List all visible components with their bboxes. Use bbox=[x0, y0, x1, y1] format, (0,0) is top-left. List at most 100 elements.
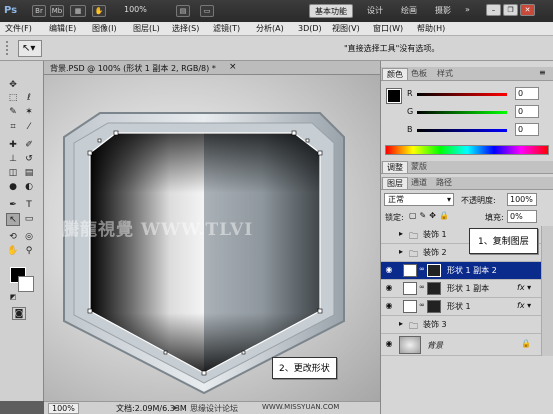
tab-masks[interactable]: 蒙版 bbox=[407, 161, 431, 173]
arrange-documents-icon[interactable]: ▤ bbox=[176, 5, 190, 17]
close-button[interactable]: ✕ bbox=[520, 4, 535, 16]
menu-file[interactable]: 文件(F) bbox=[5, 23, 32, 35]
tab-color[interactable]: 颜色 bbox=[382, 68, 408, 80]
close-document-icon[interactable]: × bbox=[229, 62, 237, 72]
workspace-more-icon[interactable]: » bbox=[465, 5, 470, 14]
expand-arrow-icon[interactable]: ▸ bbox=[399, 229, 403, 238]
expand-arrow-icon[interactable]: ▸ bbox=[399, 319, 403, 328]
opacity-input[interactable]: 100% bbox=[507, 193, 537, 206]
channel-r-slider[interactable] bbox=[417, 93, 507, 96]
direct-selection-tool-icon[interactable]: ↖ bbox=[6, 213, 20, 226]
workspace-essentials[interactable]: 基本功能 bbox=[309, 4, 353, 18]
tab-swatches[interactable]: 色板 bbox=[407, 68, 431, 80]
eyedropper-tool-icon[interactable]: ⁄ bbox=[22, 121, 36, 134]
layer-row-selected[interactable]: ◉ ∞ 形状 1 副本 2 bbox=[381, 262, 541, 280]
channel-g-label: G bbox=[407, 107, 414, 116]
footer-url: WWW.MISSYUAN.COM bbox=[262, 403, 340, 411]
layer-row-background[interactable]: ◉ 背景 🔒 bbox=[381, 334, 541, 356]
channel-r-value[interactable]: 0 bbox=[515, 87, 539, 100]
workspace-design[interactable]: 设计 bbox=[362, 4, 388, 18]
menu-layer[interactable]: 图层(L) bbox=[133, 23, 160, 35]
menu-window[interactable]: 窗口(W) bbox=[373, 23, 403, 35]
brush-tool-icon[interactable]: ✐ bbox=[22, 139, 36, 152]
default-colors-icon[interactable]: ◩ bbox=[6, 291, 20, 304]
eye-icon[interactable]: ◉ bbox=[384, 283, 394, 293]
marquee-tool-icon[interactable]: ⬚ bbox=[6, 92, 20, 105]
tool-preset-picker[interactable]: ↖▾ bbox=[18, 40, 42, 57]
history-brush-icon[interactable]: ↺ bbox=[22, 153, 36, 166]
clone-stamp-icon[interactable]: ⊥ bbox=[6, 153, 20, 166]
menu-select[interactable]: 选择(S) bbox=[172, 23, 199, 35]
screen-mode-icon[interactable]: ▭ bbox=[200, 5, 214, 17]
minibridge-icon[interactable]: Mb bbox=[50, 5, 64, 17]
fill-input[interactable]: 0% bbox=[507, 210, 537, 223]
workspace-photography[interactable]: 摄影 bbox=[430, 4, 456, 18]
zoom-tool-icon[interactable]: ⚲ bbox=[22, 245, 36, 258]
eye-icon[interactable]: ◉ bbox=[384, 265, 394, 275]
channel-b-value[interactable]: 0 bbox=[515, 123, 539, 136]
channel-b-slider[interactable] bbox=[417, 129, 507, 132]
hand-zoom-icon[interactable]: ✋ bbox=[92, 5, 106, 17]
menu-filter[interactable]: 滤镜(T) bbox=[213, 23, 240, 35]
channel-g-value[interactable]: 0 bbox=[515, 105, 539, 118]
gradient-tool-icon[interactable]: ▤ bbox=[22, 167, 36, 180]
quick-select-tool-icon[interactable]: ✎ bbox=[6, 106, 20, 119]
magic-wand-icon[interactable]: ✶ bbox=[22, 106, 36, 119]
eye-icon[interactable]: ◉ bbox=[384, 301, 394, 311]
layer-row-group[interactable]: ▸ 🗀 装饰 3 bbox=[381, 316, 541, 334]
blend-mode-select[interactable]: 正常 ▾ bbox=[384, 193, 454, 206]
pen-tool-icon[interactable]: ✒ bbox=[6, 199, 20, 212]
tab-layers[interactable]: 图层 bbox=[382, 177, 408, 189]
layer-row[interactable]: ◉ ∞ 形状 1 副本 fx ▾ bbox=[381, 280, 541, 298]
quick-mask-icon[interactable]: ◙ bbox=[12, 307, 26, 320]
shape-tool-icon[interactable]: ▭ bbox=[22, 213, 36, 226]
eye-icon[interactable]: ◉ bbox=[384, 339, 394, 349]
status-arrow-icon[interactable]: ▸ bbox=[174, 403, 178, 412]
channel-g-slider[interactable] bbox=[417, 111, 507, 114]
fx-icon[interactable]: fx ▾ bbox=[517, 301, 531, 310]
menu-analysis[interactable]: 分析(A) bbox=[256, 23, 284, 35]
link-icon: ∞ bbox=[419, 301, 425, 309]
zoom-level[interactable]: 100% bbox=[124, 5, 147, 14]
dodge-tool-icon[interactable]: ◐ bbox=[22, 181, 36, 194]
layers-scrollbar[interactable] bbox=[541, 226, 553, 356]
status-zoom[interactable]: 100% bbox=[48, 403, 79, 414]
blur-tool-icon[interactable]: ● bbox=[6, 181, 20, 194]
hand-tool-icon[interactable]: ✋ bbox=[6, 245, 20, 258]
view-extras-icon[interactable]: ▦ bbox=[70, 5, 86, 17]
layer-row[interactable]: ◉ ∞ 形状 1 fx ▾ bbox=[381, 298, 541, 316]
restore-button[interactable]: ❐ bbox=[503, 4, 518, 16]
move-tool-icon[interactable]: ✥ bbox=[6, 79, 20, 92]
tab-styles[interactable]: 样式 bbox=[433, 68, 457, 80]
workspace-painting[interactable]: 绘画 bbox=[396, 4, 422, 18]
tab-adjustments[interactable]: 调整 bbox=[382, 161, 408, 173]
background-color-swatch[interactable] bbox=[18, 276, 34, 292]
expand-arrow-icon[interactable]: ▸ bbox=[399, 247, 403, 256]
3d-orbit-tool-icon[interactable]: ◎ bbox=[22, 231, 36, 244]
color-spectrum-bar[interactable] bbox=[385, 145, 549, 155]
3d-rotate-tool-icon[interactable]: ⟲ bbox=[6, 231, 20, 244]
tab-channels[interactable]: 通道 bbox=[407, 177, 431, 189]
layer-thumbnail bbox=[403, 300, 417, 313]
eraser-tool-icon[interactable]: ◫ bbox=[6, 167, 20, 180]
tab-paths[interactable]: 路径 bbox=[432, 177, 456, 189]
panel-menu-icon[interactable]: ≡ bbox=[539, 68, 546, 77]
menu-edit[interactable]: 编辑(E) bbox=[49, 23, 76, 35]
color-fg-swatch[interactable] bbox=[386, 88, 402, 104]
menu-image[interactable]: 图像(I) bbox=[92, 23, 117, 35]
menu-view[interactable]: 视图(V) bbox=[332, 23, 360, 35]
canvas[interactable]: 騰龍視覺 WWW.TLVI 2、更改形状 bbox=[44, 75, 380, 401]
crop-tool-icon[interactable]: ⌗ bbox=[6, 121, 20, 134]
fx-icon[interactable]: fx ▾ bbox=[517, 283, 531, 292]
menu-3d[interactable]: 3D(D) bbox=[298, 23, 322, 35]
layer-name: 装饰 3 bbox=[423, 320, 447, 329]
healing-brush-icon[interactable]: ✚ bbox=[6, 139, 20, 152]
bridge-icon[interactable]: Br bbox=[32, 5, 46, 17]
menu-help[interactable]: 帮助(H) bbox=[417, 23, 445, 35]
lasso-tool-icon[interactable]: ℓ bbox=[22, 92, 36, 105]
type-tool-icon[interactable]: T bbox=[22, 199, 36, 212]
document-tab[interactable]: 背景.PSD @ 100% (形状 1 副本 2, RGB/8) * × bbox=[44, 61, 380, 75]
minimize-button[interactable]: – bbox=[486, 4, 501, 16]
layer-thumbnail bbox=[403, 282, 417, 295]
lock-icons[interactable]: ▢✎✥🔒 bbox=[409, 211, 452, 220]
